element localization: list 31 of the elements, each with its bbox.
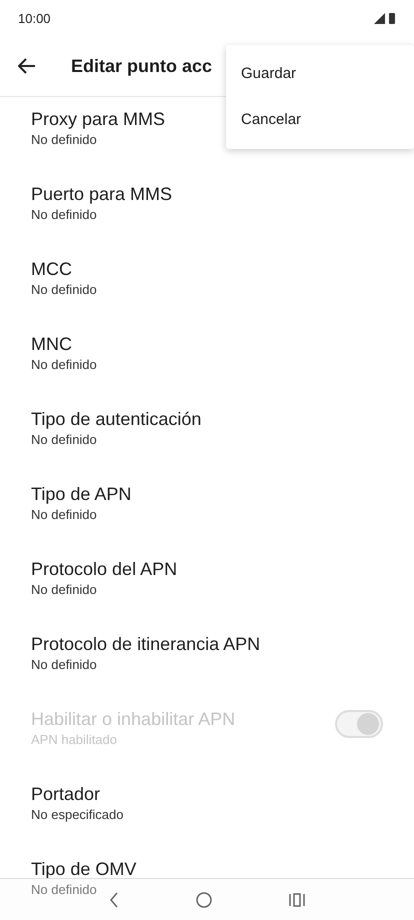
setting-value: No definido [31,131,97,149]
screen-title: Editar punto acc [71,56,212,76]
back-arrow-icon[interactable] [18,58,36,74]
setting-title: Habilitar o inhabilitar APN [31,708,236,731]
setting-title: MCC [31,258,72,281]
setting-title: Proxy para MMS [31,108,166,131]
status-time: 10:00 [18,10,51,26]
setting-value: No definido [31,281,97,299]
signal-battery-icon [374,12,396,24]
setting-title: Portador [31,783,100,806]
setting-value: APN habilitado [31,731,117,749]
menu-item[interactable]: Guardar [226,51,414,97]
setting-value: No definido [31,206,97,224]
setting-value: No especificado [31,806,124,824]
setting-title: Tipo de OMV [31,858,136,881]
setting-title: Protocolo de itinerancia APN [31,633,260,656]
setting-value: No definido [31,431,97,449]
setting-value: No definido [31,506,97,524]
setting-value: No definido [31,356,97,374]
setting-value: No definido [31,881,97,899]
setting-title: Puerto para MMS [31,183,172,206]
setting-value: No definido [31,656,97,674]
back-icon[interactable] [108,892,119,908]
setting-value: No definido [31,581,97,599]
setting-title: Tipo de autenticación [31,408,202,431]
recent-apps-icon[interactable] [289,892,306,906]
setting-title: Tipo de APN [31,483,132,506]
menu-item[interactable]: Cancelar [226,97,414,143]
setting-title: MNC [31,333,72,356]
home-icon[interactable] [196,892,212,908]
setting-title: Protocolo del APN [31,558,178,581]
